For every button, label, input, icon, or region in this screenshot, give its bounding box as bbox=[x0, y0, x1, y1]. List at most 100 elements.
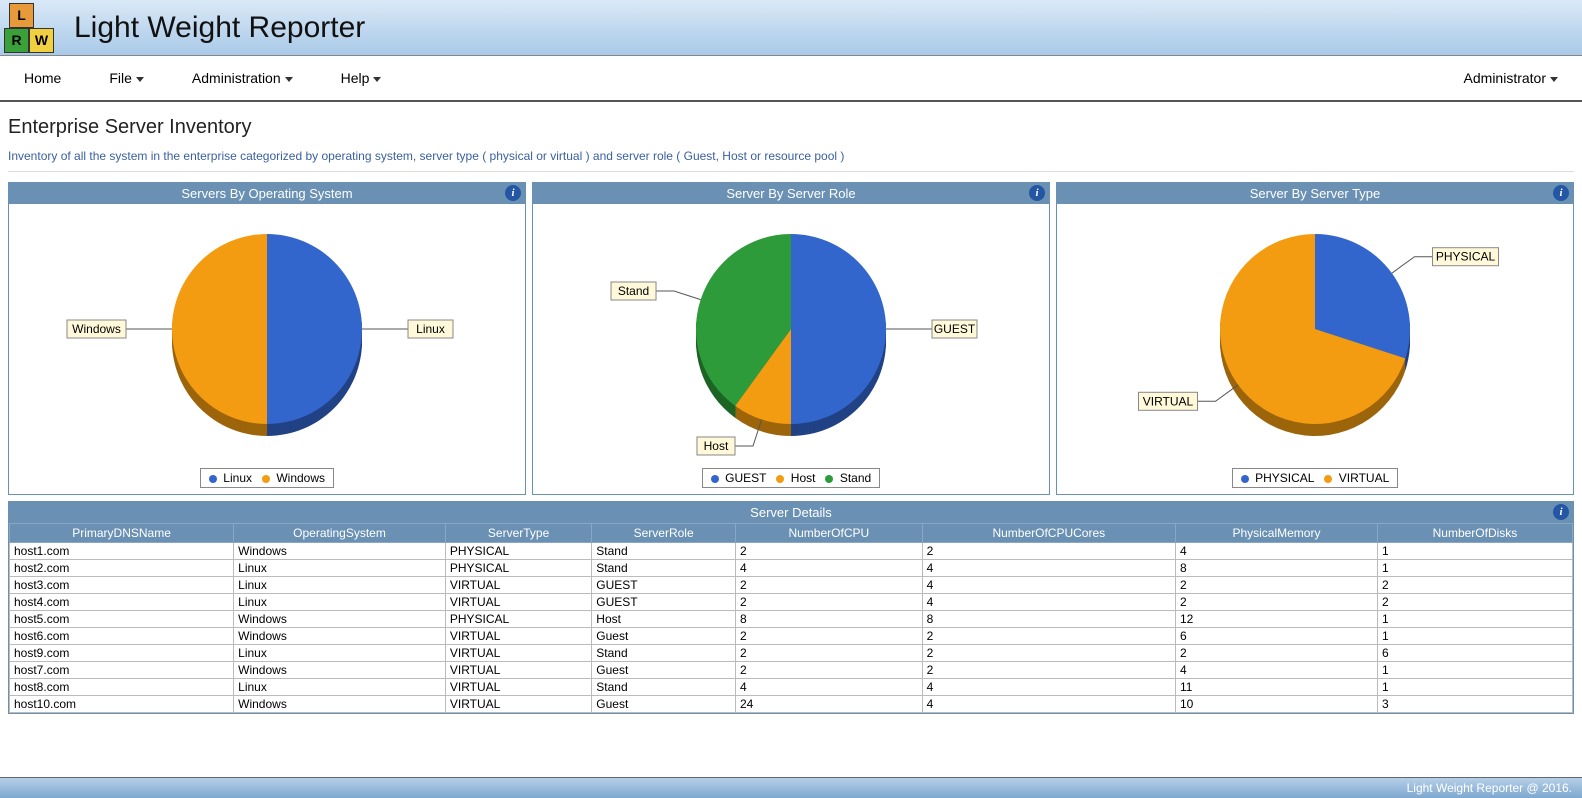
table-column-header[interactable]: ServerRole bbox=[592, 524, 736, 543]
table-row[interactable]: host7.comWindowsVIRTUALGuest2241 bbox=[10, 662, 1573, 679]
legend-dot bbox=[262, 475, 270, 483]
table-cell: Guest bbox=[592, 628, 736, 645]
table-cell: 6 bbox=[1175, 628, 1377, 645]
chevron-down-icon bbox=[1550, 77, 1558, 82]
table-column-header[interactable]: NumberOfCPUCores bbox=[922, 524, 1175, 543]
table-cell: 8 bbox=[1175, 560, 1377, 577]
table-row[interactable]: host4.comLinuxVIRTUALGUEST2422 bbox=[10, 594, 1573, 611]
table-cell: Windows bbox=[234, 696, 446, 713]
table-cell: host5.com bbox=[10, 611, 234, 628]
svg-text:Host: Host bbox=[704, 439, 729, 453]
legend-item: Linux bbox=[209, 471, 252, 485]
menu-help[interactable]: Help bbox=[317, 64, 406, 92]
table-cell: Guest bbox=[592, 696, 736, 713]
table-body: host1.comWindowsPHYSICALStand2241host2.c… bbox=[10, 543, 1573, 713]
table-cell: 2 bbox=[1377, 577, 1572, 594]
table-cell: VIRTUAL bbox=[445, 594, 591, 611]
logo-tile-w: W bbox=[29, 28, 54, 53]
table-cell: Stand bbox=[592, 645, 736, 662]
table-cell: 2 bbox=[735, 662, 922, 679]
chevron-down-icon bbox=[373, 77, 381, 82]
table-cell: PHYSICAL bbox=[445, 611, 591, 628]
legend-item: PHYSICAL bbox=[1241, 471, 1315, 485]
server-details-table: PrimaryDNSNameOperatingSystemServerTypeS… bbox=[9, 523, 1573, 713]
legend-dot bbox=[776, 475, 784, 483]
menubar: Home File Administration Help Administra… bbox=[0, 56, 1582, 102]
menu-home[interactable]: Home bbox=[0, 64, 85, 92]
svg-text:Linux: Linux bbox=[416, 322, 445, 336]
legend-dot bbox=[825, 475, 833, 483]
table-row[interactable]: host6.comWindowsVIRTUALGuest2261 bbox=[10, 628, 1573, 645]
table-cell: 1 bbox=[1377, 679, 1572, 696]
table-cell: host3.com bbox=[10, 577, 234, 594]
table-cell: VIRTUAL bbox=[445, 696, 591, 713]
table-cell: Windows bbox=[234, 543, 446, 560]
table-cell: 2 bbox=[735, 628, 922, 645]
menu-user[interactable]: Administrator bbox=[1440, 64, 1582, 92]
table-column-header[interactable]: ServerType bbox=[445, 524, 591, 543]
table-cell: Stand bbox=[592, 679, 736, 696]
table-cell: 4 bbox=[922, 594, 1175, 611]
chart-os-svg: LinuxWindows bbox=[9, 204, 525, 464]
table-row[interactable]: host5.comWindowsPHYSICALHost88121 bbox=[10, 611, 1573, 628]
table-cell: 4 bbox=[922, 679, 1175, 696]
chart-type-legend: PHYSICAL VIRTUAL bbox=[1232, 468, 1399, 488]
table-cell: 2 bbox=[735, 645, 922, 662]
table-cell: Windows bbox=[234, 628, 446, 645]
info-icon[interactable]: i bbox=[1553, 504, 1569, 520]
table-cell: host1.com bbox=[10, 543, 234, 560]
app-logo: L R W bbox=[4, 3, 64, 53]
table-row[interactable]: host1.comWindowsPHYSICALStand2241 bbox=[10, 543, 1573, 560]
chart-role-legend: GUEST Host Stand bbox=[702, 468, 880, 488]
table-cell: host4.com bbox=[10, 594, 234, 611]
table-cell: 2 bbox=[735, 594, 922, 611]
table-cell: Linux bbox=[234, 645, 446, 662]
menu-file[interactable]: File bbox=[85, 64, 168, 92]
table-column-header[interactable]: NumberOfDisks bbox=[1377, 524, 1572, 543]
table-column-header[interactable]: PhysicalMemory bbox=[1175, 524, 1377, 543]
table-cell: VIRTUAL bbox=[445, 662, 591, 679]
info-icon[interactable]: i bbox=[505, 185, 521, 201]
table-cell: GUEST bbox=[592, 577, 736, 594]
table-cell: 4 bbox=[922, 577, 1175, 594]
table-cell: 1 bbox=[1377, 662, 1572, 679]
table-column-header[interactable]: OperatingSystem bbox=[234, 524, 446, 543]
table-row[interactable]: host3.comLinuxVIRTUALGUEST2422 bbox=[10, 577, 1573, 594]
info-icon[interactable]: i bbox=[1029, 185, 1045, 201]
table-row[interactable]: host8.comLinuxVIRTUALStand44111 bbox=[10, 679, 1573, 696]
table-row[interactable]: host9.comLinuxVIRTUALStand2226 bbox=[10, 645, 1573, 662]
table-row[interactable]: host10.comWindowsVIRTUALGuest244103 bbox=[10, 696, 1573, 713]
chart-panel-role: Server By Server Role i GUESTHostStand G… bbox=[532, 182, 1050, 495]
table-column-header[interactable]: NumberOfCPU bbox=[735, 524, 922, 543]
table-cell: 1 bbox=[1377, 628, 1572, 645]
table-cell: 24 bbox=[735, 696, 922, 713]
table-cell: 10 bbox=[1175, 696, 1377, 713]
menu-administration[interactable]: Administration bbox=[168, 64, 317, 92]
table-cell: PHYSICAL bbox=[445, 560, 591, 577]
table-cell: 2 bbox=[1377, 594, 1572, 611]
svg-text:Stand: Stand bbox=[618, 284, 649, 298]
table-row[interactable]: host2.comLinuxPHYSICALStand4481 bbox=[10, 560, 1573, 577]
table-cell: host2.com bbox=[10, 560, 234, 577]
table-column-header[interactable]: PrimaryDNSName bbox=[10, 524, 234, 543]
table-cell: host9.com bbox=[10, 645, 234, 662]
table-cell: Linux bbox=[234, 577, 446, 594]
table-cell: VIRTUAL bbox=[445, 628, 591, 645]
table-cell: 2 bbox=[735, 577, 922, 594]
chart-panel-role-header: Server By Server Role i bbox=[533, 183, 1049, 204]
table-cell: 4 bbox=[922, 696, 1175, 713]
table-cell: 8 bbox=[735, 611, 922, 628]
info-icon[interactable]: i bbox=[1553, 185, 1569, 201]
chart-panel-os-header: Servers By Operating System i bbox=[9, 183, 525, 204]
page-title: Enterprise Server Inventory bbox=[8, 116, 1574, 139]
table-cell: Host bbox=[592, 611, 736, 628]
table-header-row: PrimaryDNSNameOperatingSystemServerTypeS… bbox=[10, 524, 1573, 543]
table-cell: GUEST bbox=[592, 594, 736, 611]
legend-item: Windows bbox=[262, 471, 325, 485]
table-cell: 2 bbox=[922, 543, 1175, 560]
table-cell: host7.com bbox=[10, 662, 234, 679]
table-cell: 6 bbox=[1377, 645, 1572, 662]
legend-item: VIRTUAL bbox=[1324, 471, 1389, 485]
table-cell: host6.com bbox=[10, 628, 234, 645]
charts-row: Servers By Operating System i LinuxWindo… bbox=[8, 182, 1574, 495]
